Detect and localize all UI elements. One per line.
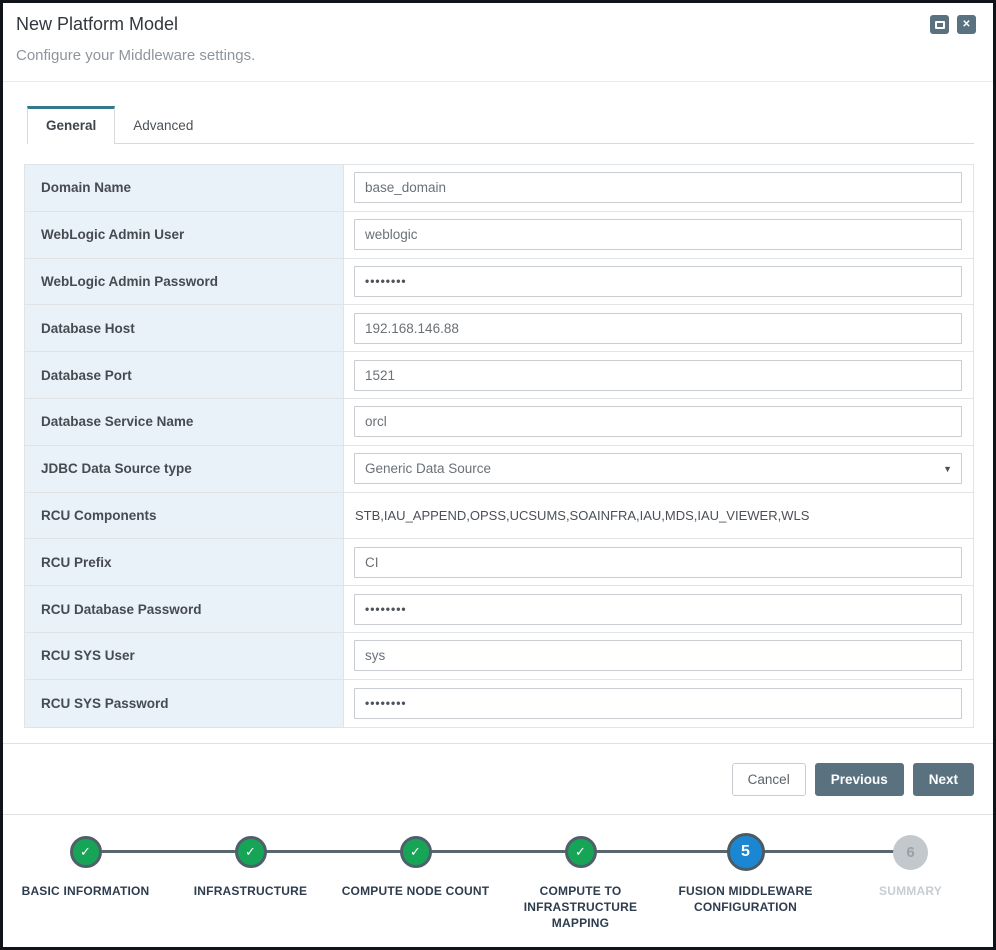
database-port-value-cell — [344, 352, 973, 398]
step-label: SUMMARY — [879, 883, 942, 899]
form-row-database-host: Database Host — [25, 305, 973, 352]
rcu-database-password-password-field[interactable] — [354, 594, 962, 625]
step-number-circle: 6 — [893, 835, 928, 870]
step-circle-slot: ✓ — [235, 832, 267, 872]
tab-general[interactable]: General — [27, 106, 115, 144]
form-row-database-service-name: Database Service Name — [25, 399, 973, 446]
wizard-step-2: ✓ INFRASTRUCTURE — [168, 832, 333, 947]
wizard-step-3: ✓ COMPUTE NODE COUNT — [333, 832, 498, 947]
weblogic-admin-password-value-cell — [344, 259, 973, 305]
spacer — [3, 728, 993, 743]
dialog-subtitle: Configure your Middleware settings. — [16, 47, 977, 64]
form-row-rcu-prefix: RCU Prefix — [25, 539, 973, 586]
rcu-prefix-label: RCU Prefix — [25, 539, 344, 585]
domain-name-field[interactable] — [354, 172, 962, 203]
domain-name-label: Domain Name — [25, 165, 344, 211]
database-host-value-cell — [344, 305, 973, 351]
wizard-step-4: ✓ COMPUTE TO INFRASTRUCTURE MAPPING — [498, 832, 663, 947]
rcu-sys-password-value-cell — [344, 680, 973, 727]
window-controls: ✕ — [930, 15, 976, 34]
jdbc-data-source-type-select[interactable]: Generic Data Source — [354, 453, 962, 484]
rcu-components-label: RCU Components — [25, 493, 344, 539]
new-platform-model-dialog: New Platform Model Configure your Middle… — [0, 0, 996, 950]
close-icon: ✕ — [962, 20, 970, 30]
weblogic-admin-password-password-field[interactable] — [354, 266, 962, 297]
form-row-rcu-sys-password: RCU SYS Password — [25, 680, 973, 727]
domain-name-value-cell — [344, 165, 973, 211]
maximize-button[interactable] — [930, 15, 949, 34]
cancel-button[interactable]: Cancel — [732, 763, 806, 796]
weblogic-admin-password-label: WebLogic Admin Password — [25, 259, 344, 305]
form-row-domain-name: Domain Name — [25, 165, 973, 212]
database-service-name-value-cell — [344, 399, 973, 445]
step-check-icon[interactable]: ✓ — [400, 836, 432, 868]
database-service-name-label: Database Service Name — [25, 399, 344, 445]
step-circle-slot: 6 — [893, 832, 928, 872]
step-circle-slot: ✓ — [400, 832, 432, 872]
rcu-sys-user-label: RCU SYS User — [25, 633, 344, 679]
step-circle-slot: ✓ — [70, 832, 102, 872]
rcu-prefix-field[interactable] — [354, 547, 962, 578]
step-check-icon[interactable]: ✓ — [235, 836, 267, 868]
rcu-sys-user-value-cell — [344, 633, 973, 679]
form-row-weblogic-admin-user: WebLogic Admin User — [25, 212, 973, 259]
step-check-icon[interactable]: ✓ — [70, 836, 102, 868]
form-row-jdbc-data-source-type: JDBC Data Source type Generic Data Source… — [25, 446, 973, 493]
dialog-header: New Platform Model Configure your Middle… — [3, 3, 993, 82]
form-row-database-port: Database Port — [25, 352, 973, 399]
database-host-label: Database Host — [25, 305, 344, 351]
tab-bar: General Advanced — [27, 106, 974, 144]
database-port-label: Database Port — [25, 352, 344, 398]
step-label: INFRASTRUCTURE — [194, 883, 307, 899]
database-port-field[interactable] — [354, 360, 962, 391]
close-button[interactable]: ✕ — [957, 15, 976, 34]
weblogic-admin-user-field[interactable] — [354, 219, 962, 250]
form-table: Domain NameWebLogic Admin UserWebLogic A… — [24, 164, 974, 728]
rcu-database-password-value-cell — [344, 586, 973, 632]
step-label: FUSION MIDDLEWARE CONFIGURATION — [663, 883, 828, 915]
step-circle-slot: 5 — [727, 832, 765, 872]
maximize-icon — [935, 21, 945, 29]
next-button[interactable]: Next — [913, 763, 974, 796]
form-row-rcu-components: RCU Components STB,IAU_APPEND,OPSS,UCSUMS… — [25, 493, 973, 540]
step-label: COMPUTE TO INFRASTRUCTURE MAPPING — [498, 883, 663, 932]
form-row-weblogic-admin-password: WebLogic Admin Password — [25, 259, 973, 306]
rcu-components-value-cell: STB,IAU_APPEND,OPSS,UCSUMS,SOAINFRA,IAU,… — [344, 493, 973, 539]
wizard-step-1: ✓ BASIC INFORMATION — [3, 832, 168, 947]
step-circle-slot: ✓ — [565, 832, 597, 872]
previous-button[interactable]: Previous — [815, 763, 904, 796]
rcu-database-password-label: RCU Database Password — [25, 586, 344, 632]
dialog-title: New Platform Model — [16, 14, 977, 35]
rcu-prefix-value-cell — [344, 539, 973, 585]
weblogic-admin-user-value-cell — [344, 212, 973, 258]
rcu-sys-password-password-field[interactable] — [354, 688, 962, 719]
step-label: BASIC INFORMATION — [22, 883, 150, 899]
step-label: COMPUTE NODE COUNT — [342, 883, 490, 899]
database-host-field[interactable] — [354, 313, 962, 344]
form-row-rcu-database-password: RCU Database Password — [25, 586, 973, 633]
jdbc-data-source-type-select-wrap: Generic Data Source▼ — [354, 453, 962, 484]
button-bar: Cancel Previous Next — [3, 744, 993, 814]
tab-advanced[interactable]: Advanced — [115, 109, 211, 143]
step-check-icon[interactable]: ✓ — [565, 836, 597, 868]
rcu-sys-user-field[interactable] — [354, 640, 962, 671]
database-service-name-field[interactable] — [354, 406, 962, 437]
wizard-stepper: ✓ BASIC INFORMATION ✓ INFRASTRUCTURE ✓ COMPUT… — [3, 815, 993, 947]
jdbc-data-source-type-value-cell: Generic Data Source▼ — [344, 446, 973, 492]
weblogic-admin-user-label: WebLogic Admin User — [25, 212, 344, 258]
jdbc-data-source-type-label: JDBC Data Source type — [25, 446, 344, 492]
wizard-step-6: 6 SUMMARY — [828, 832, 993, 947]
wizard-step-5: 5 FUSION MIDDLEWARE CONFIGURATION — [663, 832, 828, 947]
rcu-components-text: STB,IAU_APPEND,OPSS,UCSUMS,SOAINFRA,IAU,… — [354, 508, 809, 523]
rcu-sys-password-label: RCU SYS Password — [25, 680, 344, 727]
form-row-rcu-sys-user: RCU SYS User — [25, 633, 973, 680]
step-number-circle[interactable]: 5 — [727, 833, 765, 871]
